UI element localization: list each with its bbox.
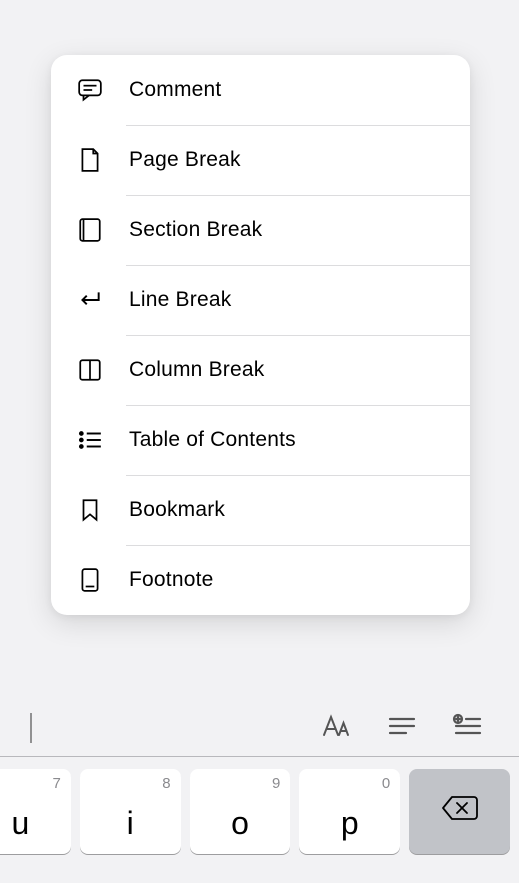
paragraph-icon xyxy=(386,712,418,745)
key-p[interactable]: 0 p xyxy=(299,769,400,854)
key-u[interactable]: 7 u xyxy=(0,769,71,854)
menu-label: Column Break xyxy=(129,358,264,382)
insert-button[interactable] xyxy=(449,709,487,747)
menu-item-line-break[interactable]: Line Break xyxy=(75,265,470,335)
menu-item-footnote[interactable]: Footnote xyxy=(75,545,470,615)
menu-item-toc[interactable]: Table of Contents xyxy=(75,405,470,475)
key-main: o xyxy=(231,805,249,842)
comment-icon xyxy=(75,75,105,105)
menu-item-page-break[interactable]: Page Break xyxy=(75,125,470,195)
menu-item-comment[interactable]: Comment xyxy=(75,55,470,125)
page-break-icon xyxy=(75,145,105,175)
backspace-icon xyxy=(440,793,480,831)
menu-item-column-break[interactable]: Column Break xyxy=(75,335,470,405)
line-break-icon xyxy=(75,285,105,315)
key-i[interactable]: 8 i xyxy=(80,769,181,854)
text-style-icon xyxy=(320,712,352,745)
keyboard-divider xyxy=(0,756,519,757)
column-break-icon xyxy=(75,355,105,385)
menu-label: Line Break xyxy=(129,288,231,312)
menu-label: Bookmark xyxy=(129,498,225,522)
key-main: i xyxy=(127,805,134,842)
key-main: p xyxy=(341,805,359,842)
insert-list-icon xyxy=(452,712,484,745)
key-digit: 9 xyxy=(272,775,280,792)
key-main: u xyxy=(12,805,30,842)
menu-label: Comment xyxy=(129,78,221,102)
key-o[interactable]: 9 o xyxy=(190,769,291,854)
footnote-icon xyxy=(75,565,105,595)
text-cursor-indicator xyxy=(30,713,32,743)
section-break-icon xyxy=(75,215,105,245)
keyboard-shortcut-bar xyxy=(0,700,519,756)
key-digit: 7 xyxy=(52,775,60,792)
insert-popover: Comment Page Break Section Break xyxy=(51,55,470,615)
menu-label: Table of Contents xyxy=(129,428,296,452)
menu-item-section-break[interactable]: Section Break xyxy=(75,195,470,265)
menu-label: Section Break xyxy=(129,218,262,242)
menu-item-bookmark[interactable]: Bookmark xyxy=(75,475,470,545)
bookmark-icon xyxy=(75,495,105,525)
key-digit: 8 xyxy=(162,775,170,792)
text-style-button[interactable] xyxy=(317,709,355,747)
toc-icon xyxy=(75,425,105,455)
paragraph-button[interactable] xyxy=(383,709,421,747)
keyboard-row: 7 u 8 i 9 o 0 p xyxy=(0,769,519,854)
insert-menu: Comment Page Break Section Break xyxy=(51,55,470,615)
key-digit: 0 xyxy=(382,775,390,792)
menu-label: Page Break xyxy=(129,148,241,172)
menu-label: Footnote xyxy=(129,568,214,592)
key-backspace[interactable] xyxy=(409,769,510,854)
